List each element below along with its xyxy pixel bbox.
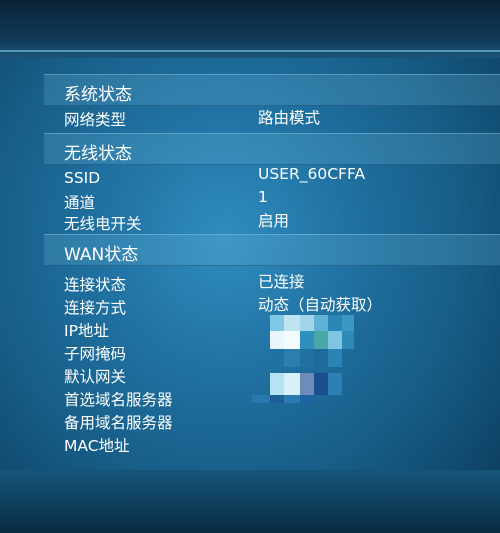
label-secondary-dns: 备用域名服务器 xyxy=(64,414,173,432)
label-primary-dns: 首选域名服务器 xyxy=(64,391,173,409)
label-ip-address: IP地址 xyxy=(64,322,109,340)
value-network-type: 路由模式 xyxy=(258,109,321,127)
bottom-bar xyxy=(0,470,500,533)
label-subnet-mask: 子网掩码 xyxy=(64,345,127,363)
label-network-type: 网络类型 xyxy=(64,111,127,129)
section-header-system[interactable]: 系统状态 xyxy=(44,74,500,106)
label-ssid: SSID xyxy=(64,169,101,187)
top-divider xyxy=(0,50,500,52)
redacted-values-mosaic xyxy=(222,253,382,403)
label-radio-switch: 无线电开关 xyxy=(64,215,142,233)
label-default-gateway: 默认网关 xyxy=(64,368,127,386)
router-status-screen: 系统状态 网络类型 路由模式 无线状态 SSID USER_60CFFA 通道 … xyxy=(0,0,500,533)
section-header-wireless[interactable]: 无线状态 xyxy=(44,133,500,165)
label-channel: 通道 xyxy=(64,194,96,212)
value-radio-switch: 启用 xyxy=(258,212,290,230)
label-connection-method: 连接方式 xyxy=(64,299,127,317)
label-mac-address: MAC地址 xyxy=(64,437,130,455)
section-title-system: 系统状态 xyxy=(64,85,132,105)
value-channel: 1 xyxy=(258,188,268,206)
section-title-wireless: 无线状态 xyxy=(64,144,132,164)
label-connection-status: 连接状态 xyxy=(64,276,127,294)
section-title-wan: WAN状态 xyxy=(64,245,139,265)
value-ssid: USER_60CFFA xyxy=(258,165,366,183)
